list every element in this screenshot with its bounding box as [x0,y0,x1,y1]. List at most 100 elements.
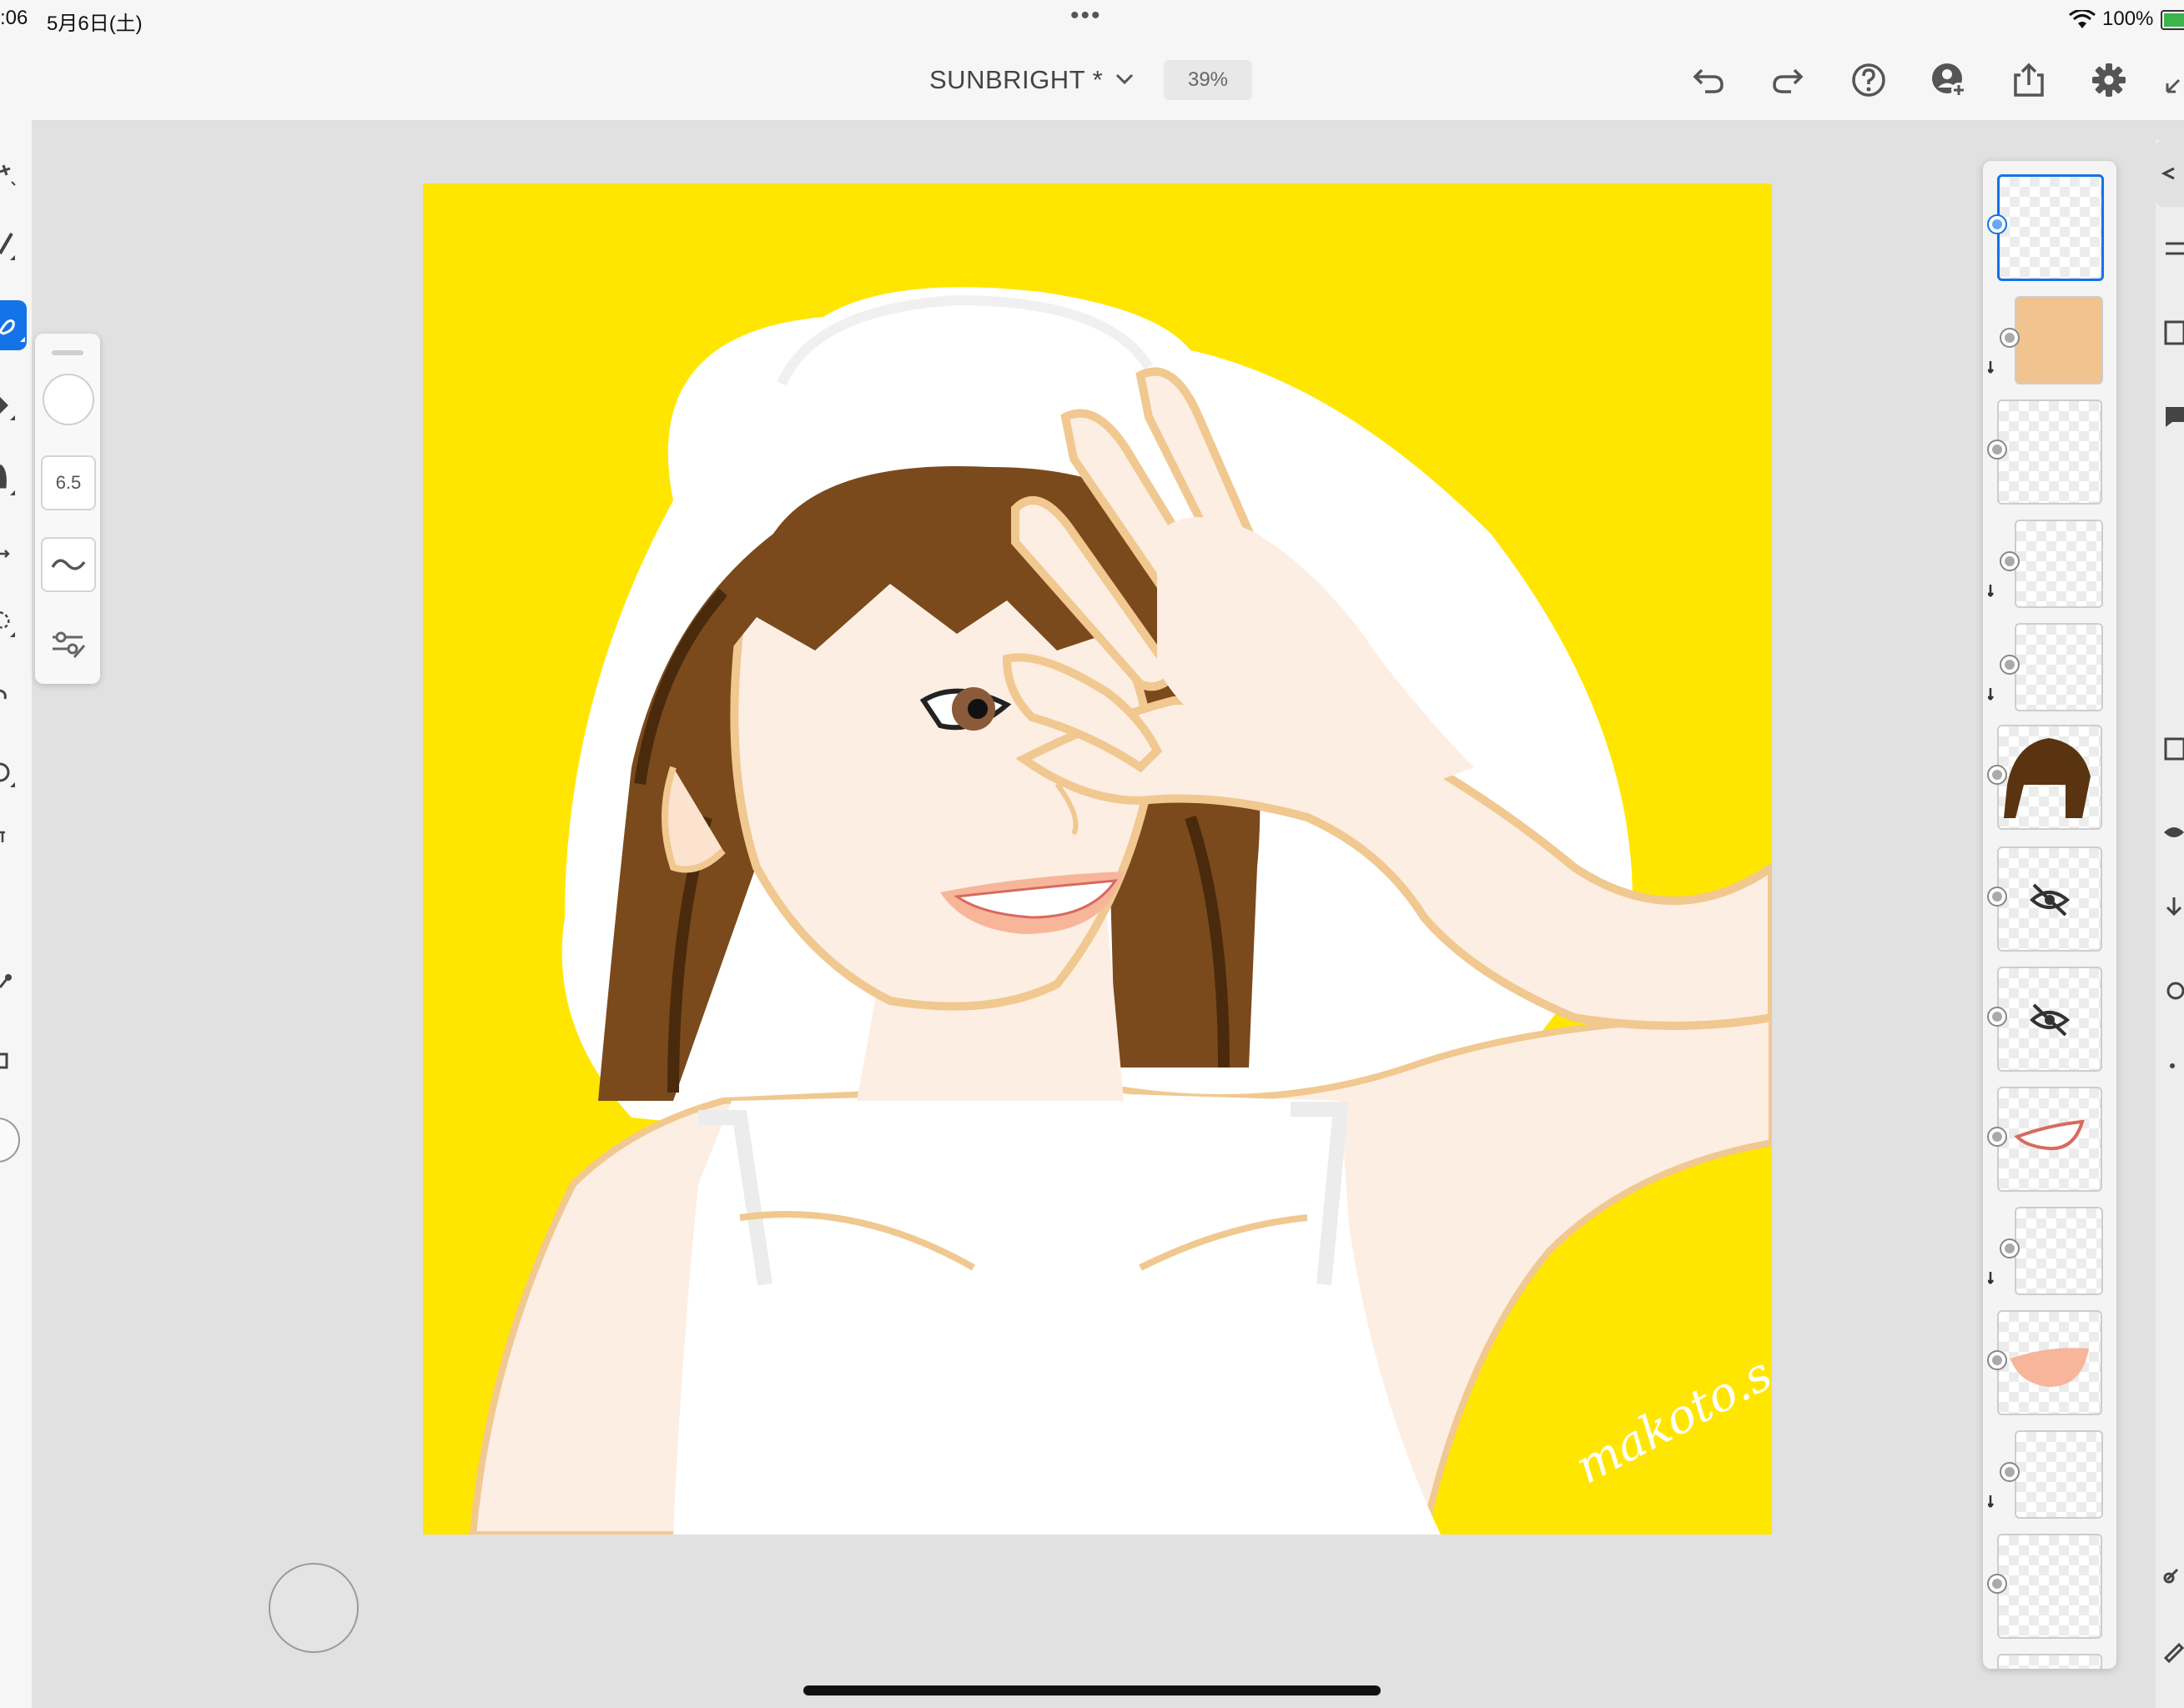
sliders-icon [2166,242,2184,255]
layer-thumbnail[interactable] [1997,967,2102,1072]
link-button[interactable] [2161,1558,2184,1591]
layer-visibility-toggle[interactable] [1987,1007,2007,1027]
clip-arrow-icon [1988,361,1994,374]
liquify-icon [0,689,7,700]
layer-thumbnail[interactable] [2015,623,2103,711]
shape-icon [0,762,15,787]
eyedropper-icon [0,974,12,988]
layer-visibility-toggle[interactable] [1987,1350,2007,1370]
clip-arrow-icon [1988,688,1994,701]
link-icon [2163,1568,2179,1584]
hidden-eye-icon [2030,883,2071,917]
zoom-level[interactable]: 39% [1164,60,1252,100]
brush-color-swatch[interactable] [43,374,94,425]
layers-icon [2161,167,2175,180]
wifi-icon [2069,10,2096,28]
layer-visibility-toggle[interactable] [1987,887,2007,907]
touch-shortcut-button[interactable] [269,1563,359,1653]
document-icon [2164,320,2184,345]
layer-thumbnail[interactable] [1997,399,2102,505]
layer-visibility-toggle[interactable] [1987,1574,2007,1594]
comments-tab[interactable] [2161,399,2184,432]
chevron-down-icon[interactable] [1113,70,1136,88]
visibility-button[interactable] [2161,816,2184,849]
brush-settings-panel: 6.5 [35,334,100,684]
image-icon [0,1052,8,1069]
layer-thumbnail[interactable] [2015,1207,2103,1295]
layer-thumbnail[interactable] [1997,1087,2102,1192]
layer-thumbnail[interactable] [2015,520,2103,608]
redo-icon[interactable] [1766,58,1809,102]
document-title[interactable]: SUNBRIGHT * [929,65,1103,95]
help-icon[interactable] [1847,58,1890,102]
magic-wand-icon [0,164,16,186]
lasso-icon [0,610,15,637]
status-date: 5月6日(土) [47,13,143,35]
image-tool[interactable] [0,1037,32,1088]
more-icon [2170,1063,2175,1068]
smudge-icon [0,464,15,495]
merge-icon [2166,897,2182,917]
home-indicator[interactable] [803,1685,1381,1695]
comment-icon [2166,407,2184,427]
document-tab[interactable] [2161,315,2184,349]
layer-visibility-toggle[interactable] [2000,1238,2020,1258]
mask-button[interactable] [2161,732,2184,766]
layer-visibility-toggle[interactable] [1987,214,2007,234]
shape-tool[interactable] [0,746,32,796]
liquify-tool[interactable] [0,671,32,721]
settings-icon[interactable] [2087,58,2131,102]
text-tool[interactable] [0,812,32,862]
multitask-dots[interactable]: ••• [1070,2,1102,30]
mask-icon [2164,737,2184,761]
layer-visibility-toggle[interactable] [2000,1462,2020,1482]
layer-visibility-toggle[interactable] [1987,765,2007,785]
layer-visibility-toggle[interactable] [1987,440,2007,460]
layer-visibility-toggle[interactable] [1987,1127,2007,1147]
fill-tool[interactable] [0,454,32,504]
clipping-button[interactable] [2161,974,2184,1007]
eraser-tool[interactable] [0,379,32,429]
invite-user-icon[interactable] [1927,58,1970,102]
clip-arrow-icon [1988,1272,1994,1284]
merge-down-button[interactable] [2161,891,2184,924]
lips-thumb [2014,1119,2085,1151]
smoothing-button[interactable] [41,537,96,592]
layer-properties-tab[interactable] [2161,232,2184,265]
layer-visibility-toggle[interactable] [2000,328,2020,348]
layer-thumbnail[interactable] [1997,725,2102,830]
layers-tab[interactable] [2156,140,2184,207]
layer-thumbnail[interactable] [2015,1430,2103,1519]
left-toolbar [0,120,32,1708]
hair-thumb [2004,738,2091,818]
layer-thumbnail[interactable] [1997,1654,2102,1669]
layer-thumbnail[interactable] [2015,296,2103,384]
selection-tool[interactable] [0,150,32,200]
transform-tool[interactable] [0,529,32,579]
share-icon[interactable] [2007,58,2051,102]
undo-icon[interactable] [1687,58,1730,102]
layer-thumbnail[interactable] [1997,1310,2102,1415]
right-properties-rail [2156,140,2184,1708]
more-options-button[interactable] [2161,1049,2184,1083]
edit-layer-button[interactable] [2161,1633,2184,1666]
brush-size-field[interactable]: 6.5 [41,455,96,510]
battery-percent: 100% [2102,8,2154,30]
eyedropper-tool[interactable] [0,954,32,1004]
layer-thumbnail[interactable] [1997,174,2104,281]
layer-thumbnail[interactable] [1997,1534,2102,1639]
mouth-thumb [2010,1348,2089,1387]
pencil-icon [0,232,15,260]
brush-tool[interactable] [0,300,27,350]
layer-visibility-toggle[interactable] [2000,655,2020,675]
top-toolbar: SUNBRIGHT * 39% [0,40,2184,121]
drawing-canvas[interactable]: makoto.s [423,183,1772,1535]
collapse-icon[interactable] [2164,58,2184,102]
panel-grip[interactable] [52,350,83,355]
pencil-tool[interactable] [0,220,32,270]
status-bar: :06 5月6日(土) ••• 100% [0,0,2184,40]
layer-visibility-toggle[interactable] [2000,551,2020,571]
brush-adjust-icon[interactable] [44,620,91,667]
layer-thumbnail[interactable] [1997,846,2102,952]
lasso-tool[interactable] [0,595,32,646]
